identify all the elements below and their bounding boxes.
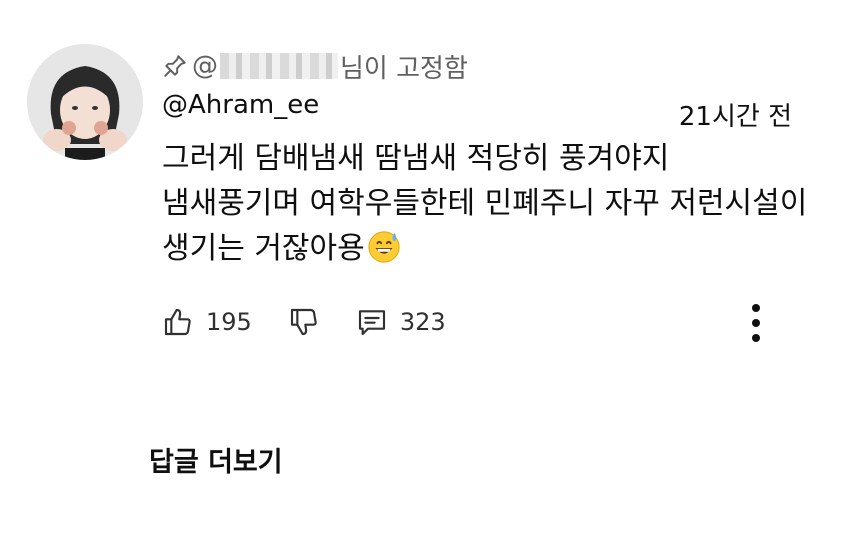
more-replies-link[interactable]: 답글 더보기 bbox=[149, 440, 283, 479]
vertical-ellipsis-icon bbox=[752, 304, 760, 342]
comment-text: 그러게 담배냄새 땀냄새 적당히 풍겨야지 냄새풍기며 여학우들한테 민폐주니 … bbox=[162, 141, 808, 266]
comment-time: 21시간 전 bbox=[678, 102, 792, 132]
pinned-suffix: 님이 고정함 bbox=[340, 53, 468, 84]
avatar[interactable] bbox=[27, 44, 143, 160]
grinning-sweat-emoji-icon bbox=[368, 231, 400, 263]
thumbs-down-icon[interactable] bbox=[288, 306, 320, 338]
comment-actions: 195 323 bbox=[162, 302, 446, 342]
thumbs-up-icon[interactable] bbox=[162, 306, 194, 338]
pinned-prefix: @ bbox=[192, 51, 218, 81]
pinned-by-blurred-name bbox=[220, 53, 338, 79]
more-options-button[interactable] bbox=[740, 300, 772, 346]
comment-author[interactable]: @Ahram_ee bbox=[162, 90, 319, 120]
reply-icon[interactable] bbox=[356, 306, 388, 338]
like-count: 195 bbox=[206, 308, 252, 336]
comment-body: 그러게 담배냄새 땀냄새 적당히 풍겨야지 냄새풍기며 여학우들한테 민폐주니 … bbox=[162, 136, 812, 271]
reply-count: 323 bbox=[399, 308, 446, 336]
pin-icon bbox=[164, 55, 186, 77]
pinned-label: @ 님이 고정함 bbox=[162, 48, 468, 84]
